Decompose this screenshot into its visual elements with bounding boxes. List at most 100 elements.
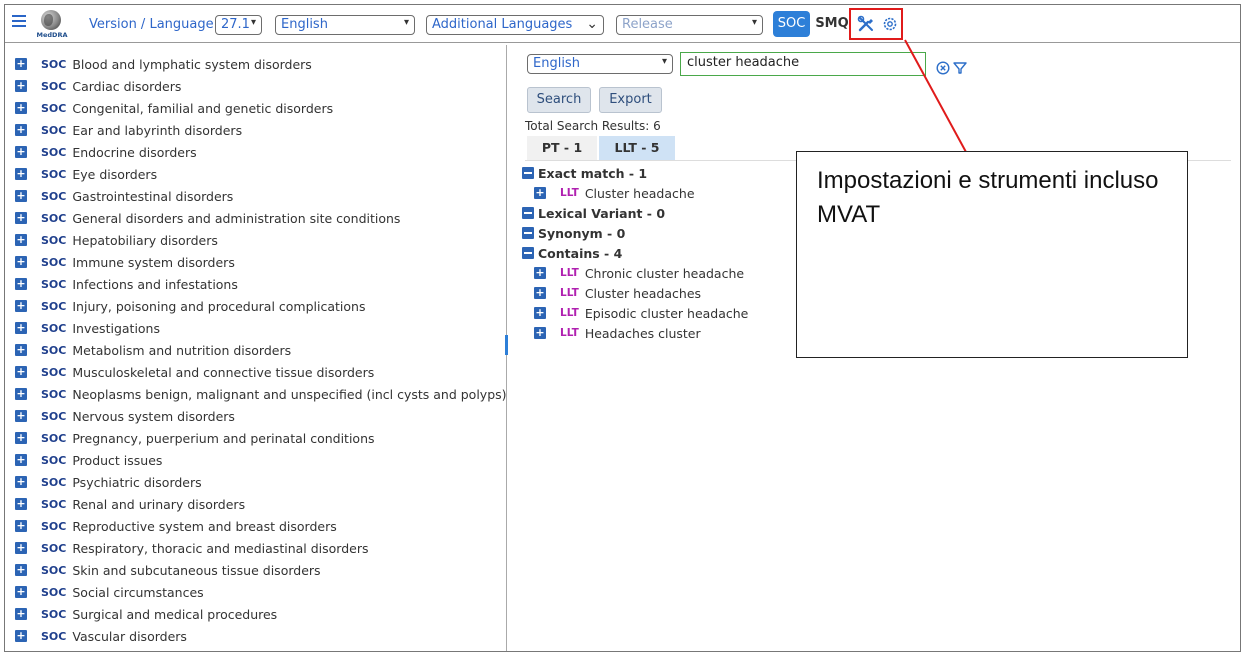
language-select[interactable]: English ▾ — [275, 15, 415, 35]
soc-tree-item[interactable]: + SOC Blood and lymphatic system disorders — [15, 53, 503, 75]
expand-icon[interactable]: + — [15, 366, 27, 378]
soc-tree-item[interactable]: + SOC Eye disorders — [15, 163, 503, 185]
expand-icon[interactable]: + — [15, 630, 27, 642]
soc-view-button[interactable]: SOC — [773, 11, 810, 37]
soc-label[interactable]: General disorders and administration sit… — [72, 211, 400, 226]
soc-label[interactable]: Metabolism and nutrition disorders — [72, 343, 291, 358]
soc-tree-item[interactable]: + SOC Cardiac disorders — [15, 75, 503, 97]
search-button[interactable]: Search — [527, 87, 591, 113]
soc-tree-item[interactable]: + SOC Musculoskeletal and connective tissu… — [15, 361, 503, 383]
soc-label[interactable]: Renal and urinary disorders — [72, 497, 245, 512]
soc-label[interactable]: Pregnancy, puerperium and perinatal cond… — [72, 431, 374, 446]
soc-tree-item[interactable]: + SOC Endocrine disorders — [15, 141, 503, 163]
soc-tree-item[interactable]: + SOC Immune system disorders — [15, 251, 503, 273]
soc-tree-item[interactable]: + SOC Congenital, familial and genetic dis… — [15, 97, 503, 119]
soc-tree-item[interactable]: + SOC Neoplasms benign, malignant and unsp… — [15, 383, 507, 405]
result-item[interactable]: + LLT Chronic cluster headache — [534, 264, 744, 282]
expand-icon[interactable]: + — [534, 187, 546, 199]
soc-label[interactable]: Congenital, familial and genetic disorde… — [72, 101, 333, 116]
expand-icon[interactable]: + — [15, 498, 27, 510]
soc-tree-item[interactable]: + SOC Skin and subcutaneous tissue disorde… — [15, 559, 503, 581]
soc-label[interactable]: Neoplasms benign, malignant and unspecif… — [72, 387, 506, 402]
collapse-icon[interactable] — [522, 207, 534, 219]
soc-tree-item[interactable]: + SOC Social circumstances — [15, 581, 503, 603]
expand-icon[interactable]: + — [15, 520, 27, 532]
soc-label[interactable]: Hepatobiliary disorders — [72, 233, 218, 248]
expand-icon[interactable]: + — [15, 410, 27, 422]
tab-pt[interactable]: PT - 1 — [527, 136, 597, 160]
soc-label[interactable]: Vascular disorders — [72, 629, 187, 644]
soc-tree-item[interactable]: + SOC Hepatobiliary disorders — [15, 229, 503, 251]
expand-icon[interactable]: + — [15, 190, 27, 202]
result-item[interactable]: + LLT Headaches cluster — [534, 324, 701, 342]
soc-tree-item[interactable]: + SOC Surgical and medical procedures — [15, 603, 503, 625]
soc-tree-item[interactable]: + SOC Investigations — [15, 317, 503, 339]
gear-icon[interactable] — [881, 15, 899, 33]
soc-label[interactable]: Endocrine disorders — [72, 145, 196, 160]
expand-icon[interactable]: + — [15, 256, 27, 268]
soc-label[interactable]: Immune system disorders — [72, 255, 234, 270]
soc-tree-item[interactable]: + SOC Pregnancy, puerperium and perinatal … — [15, 427, 503, 449]
result-item[interactable]: + LLT Cluster headache — [534, 184, 695, 202]
expand-icon[interactable]: + — [15, 476, 27, 488]
soc-label[interactable]: Nervous system disorders — [72, 409, 235, 424]
collapse-icon[interactable] — [522, 227, 534, 239]
expand-icon[interactable]: + — [15, 388, 27, 400]
expand-icon[interactable]: + — [15, 300, 27, 312]
expand-icon[interactable]: + — [15, 432, 27, 444]
soc-tree-item[interactable]: + SOC Injury, poisoning and procedural com… — [15, 295, 503, 317]
soc-label[interactable]: Injury, poisoning and procedural complic… — [72, 299, 365, 314]
search-input[interactable]: cluster headache — [680, 52, 926, 76]
soc-label[interactable]: Musculoskeletal and connective tissue di… — [72, 365, 374, 380]
group-contains[interactable]: Contains - 4 — [522, 244, 622, 262]
soc-tree-item[interactable]: + SOC Psychiatric disorders — [15, 471, 503, 493]
soc-tree-item[interactable]: + SOC Reproductive system and breast disor… — [15, 515, 503, 537]
export-button[interactable]: Export — [599, 87, 662, 113]
expand-icon[interactable]: + — [15, 278, 27, 290]
expand-icon[interactable]: + — [15, 212, 27, 224]
soc-label[interactable]: Surgical and medical procedures — [72, 607, 277, 622]
soc-tree-item[interactable]: + SOC Gastrointestinal disorders — [15, 185, 503, 207]
soc-tree-item[interactable]: + SOC Vascular disorders — [15, 625, 503, 647]
expand-icon[interactable]: + — [15, 124, 27, 136]
group-synonym[interactable]: Synonym - 0 — [522, 224, 625, 242]
expand-icon[interactable]: + — [15, 564, 27, 576]
soc-label[interactable]: Eye disorders — [72, 167, 157, 182]
expand-icon[interactable]: + — [15, 102, 27, 114]
result-term[interactable]: Cluster headache — [585, 186, 695, 201]
search-language-select[interactable]: English ▾ — [527, 54, 673, 74]
expand-icon[interactable]: + — [534, 307, 546, 319]
result-term[interactable]: Cluster headaches — [585, 286, 701, 301]
collapse-icon[interactable] — [522, 247, 534, 259]
soc-label[interactable]: Skin and subcutaneous tissue disorders — [72, 563, 320, 578]
result-term[interactable]: Headaches cluster — [585, 326, 701, 341]
group-lexical-variant[interactable]: Lexical Variant - 0 — [522, 204, 665, 222]
release-select[interactable]: Release ▾ — [616, 15, 763, 35]
clear-search-icon[interactable] — [936, 61, 950, 75]
expand-icon[interactable]: + — [15, 454, 27, 466]
soc-label[interactable]: Blood and lymphatic system disorders — [72, 57, 311, 72]
smq-view-button[interactable]: SMQ — [813, 11, 851, 37]
expand-icon[interactable]: + — [15, 168, 27, 180]
soc-tree-item[interactable]: + SOC General disorders and administration… — [15, 207, 503, 229]
group-exact-match[interactable]: Exact match - 1 — [522, 164, 647, 182]
expand-icon[interactable]: + — [15, 234, 27, 246]
soc-tree-item[interactable]: + SOC Product issues — [15, 449, 503, 471]
soc-label[interactable]: Respiratory, thoracic and mediastinal di… — [72, 541, 368, 556]
splitter-handle[interactable] — [505, 335, 508, 355]
soc-tree-item[interactable]: + SOC Respiratory, thoracic and mediastina… — [15, 537, 503, 559]
expand-icon[interactable]: + — [534, 267, 546, 279]
collapse-icon[interactable] — [522, 167, 534, 179]
expand-icon[interactable]: + — [15, 608, 27, 620]
menu-icon[interactable] — [12, 15, 26, 29]
expand-icon[interactable]: + — [15, 322, 27, 334]
soc-label[interactable]: Psychiatric disorders — [72, 475, 201, 490]
expand-icon[interactable]: + — [15, 542, 27, 554]
expand-icon[interactable]: + — [15, 58, 27, 70]
filter-icon[interactable] — [953, 61, 967, 75]
expand-icon[interactable]: + — [15, 586, 27, 598]
result-term[interactable]: Episodic cluster headache — [585, 306, 749, 321]
additional-languages-select[interactable]: Additional Languages ⌄ — [426, 15, 604, 35]
soc-label[interactable]: Cardiac disorders — [72, 79, 181, 94]
result-term[interactable]: Chronic cluster headache — [585, 266, 744, 281]
